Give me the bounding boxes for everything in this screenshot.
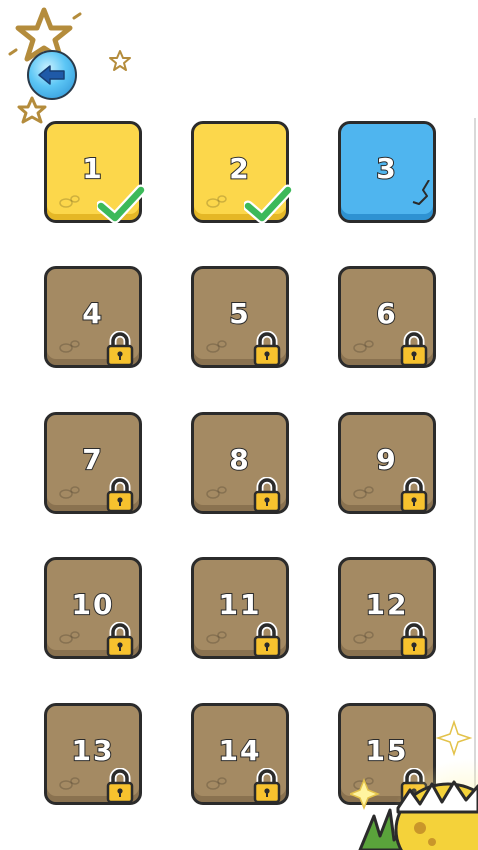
level-number: 11 [218, 587, 262, 622]
pebble-decoration [353, 340, 374, 353]
level-tile[interactable]: 2 [191, 121, 292, 224]
pebble-decoration [206, 340, 227, 353]
pebble-decoration [59, 340, 80, 353]
level-tile[interactable]: 3 [338, 121, 436, 223]
level-tile[interactable]: 6 [338, 266, 436, 368]
level-tile[interactable]: 11 [191, 557, 289, 659]
lock-icon [253, 331, 281, 367]
pebble-decoration [206, 777, 227, 790]
lock-icon [106, 768, 134, 804]
lock-icon [253, 622, 281, 658]
check-icon [97, 184, 145, 224]
level-number: 2 [228, 151, 251, 186]
lock-icon [106, 477, 134, 513]
pebble-decoration [59, 777, 80, 790]
level-number: 5 [228, 296, 251, 331]
pebble-decoration [206, 631, 227, 644]
lock-icon [400, 622, 428, 658]
pebble-decoration [353, 486, 374, 499]
level-tile[interactable]: 7 [44, 412, 142, 514]
pebble-decoration [206, 486, 227, 499]
crack-decoration [412, 180, 430, 205]
lock-icon [253, 477, 281, 513]
pebble-decoration [206, 195, 227, 208]
level-tile[interactable]: 14 [191, 703, 289, 805]
level-tile[interactable]: 13 [44, 703, 142, 805]
level-number: 6 [375, 296, 398, 331]
lock-icon [400, 477, 428, 513]
level-tile[interactable]: 10 [44, 557, 142, 659]
level-tile[interactable]: 8 [191, 412, 289, 514]
level-number: 8 [228, 442, 251, 477]
level-tile[interactable]: 9 [338, 412, 436, 514]
pebble-decoration [59, 486, 80, 499]
level-number: 14 [218, 733, 262, 768]
lock-icon [106, 622, 134, 658]
pebble-decoration [353, 631, 374, 644]
lock-icon [106, 331, 134, 367]
level-number: 4 [81, 296, 104, 331]
level-tile[interactable]: 5 [191, 266, 289, 368]
pebble-decoration [59, 195, 80, 208]
level-number: 10 [71, 587, 115, 622]
level-tile[interactable]: 12 [338, 557, 436, 659]
level-number: 9 [375, 442, 398, 477]
level-number: 12 [365, 587, 409, 622]
level-number: 13 [71, 733, 115, 768]
level-number: 7 [81, 442, 104, 477]
level-number: 1 [81, 151, 104, 186]
lock-icon [400, 331, 428, 367]
lock-icon [253, 768, 281, 804]
pebble-decoration [59, 631, 80, 644]
level-tile[interactable]: 4 [44, 266, 142, 368]
check-icon [244, 184, 292, 224]
mascot-character [350, 720, 478, 850]
level-tile[interactable]: 1 [44, 121, 145, 224]
